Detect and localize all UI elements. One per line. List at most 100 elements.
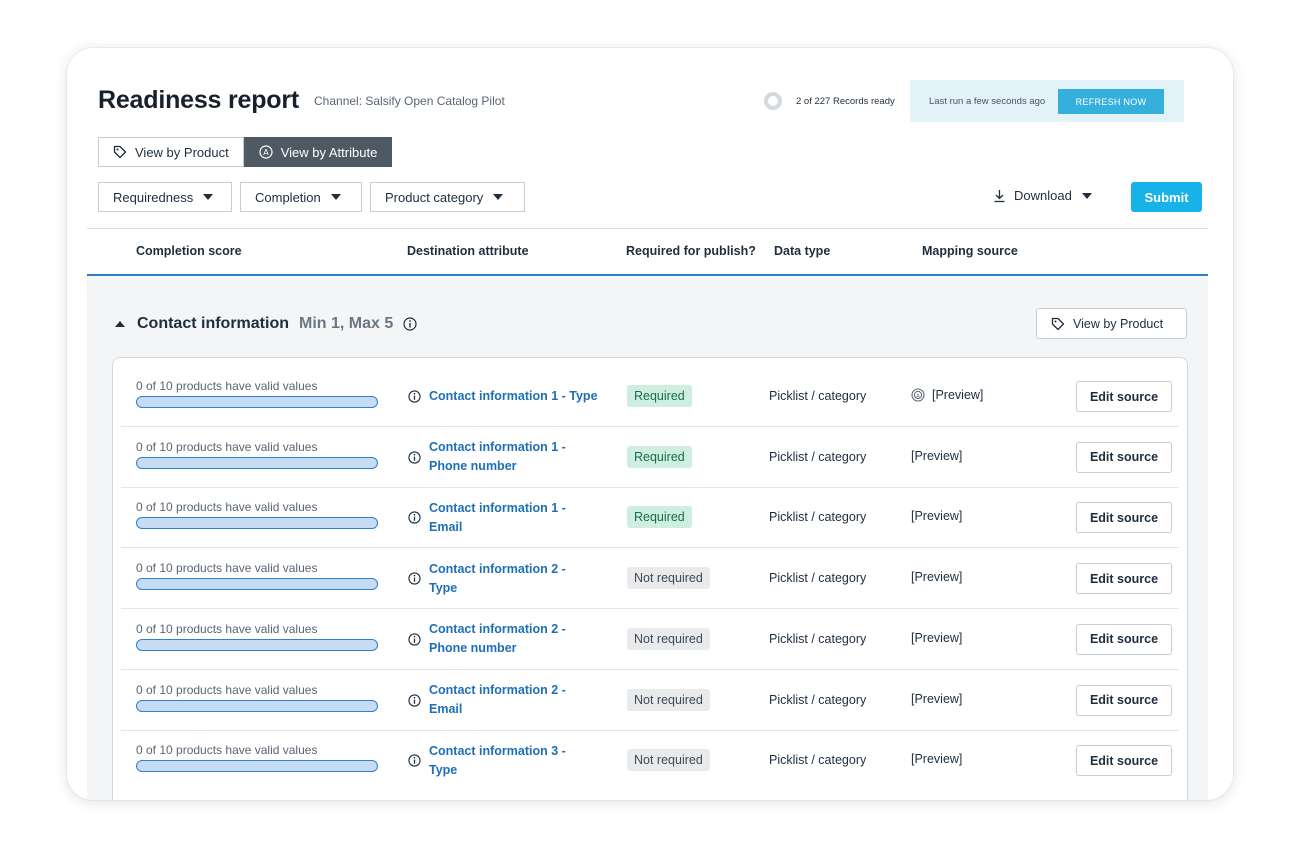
edit-source-button[interactable]: Edit source	[1076, 502, 1172, 534]
column-mapping-source[interactable]: Mapping source	[922, 244, 1018, 258]
collapse-triangle-icon[interactable]	[115, 321, 125, 327]
completion-score-text: 0 of 10 products have valid values	[136, 439, 318, 454]
info-icon[interactable]	[408, 511, 421, 525]
destination-attribute-cell: Contact information 3 - Type	[408, 730, 608, 791]
column-destination-attribute[interactable]: Destination attribute	[407, 244, 529, 258]
edit-source-button[interactable]: Edit source	[1076, 623, 1172, 655]
records-progress-icon	[764, 92, 782, 110]
info-icon[interactable]	[408, 390, 421, 403]
edit-source-button[interactable]: Edit source	[1076, 381, 1172, 412]
view-by-attribute-tab[interactable]: A View by Attribute	[243, 137, 393, 167]
destination-attribute-cell: Contact information 2 - Phone number	[408, 609, 608, 670]
view-by-product-tab[interactable]: View by Product	[98, 137, 244, 167]
group-view-by-product-label: View by Product	[1073, 316, 1164, 331]
completion-score-text: 0 of 10 products have valid values	[136, 500, 318, 515]
destination-attribute-link[interactable]: Contact information 2 - Email	[429, 681, 566, 719]
mapping-source-cell: A [Preview]	[911, 388, 983, 402]
mapping-source-text: [Preview]	[911, 691, 963, 706]
required-badge: Required	[627, 385, 692, 407]
attribute-name-line2: Email	[429, 702, 463, 716]
table-row: 0 of 10 products have valid values Conta…	[121, 609, 1179, 670]
completion-score-text: 0 of 10 products have valid values	[136, 379, 318, 393]
data-type-text: Picklist / category	[769, 449, 867, 464]
group-view-by-product-button[interactable]: View by Product	[1036, 308, 1187, 339]
destination-attribute-link[interactable]: Contact information 1 - Phone number	[429, 438, 566, 476]
completion-score-text: 0 of 10 products have valid values	[136, 743, 318, 758]
data-type-text: Picklist / category	[769, 692, 867, 707]
channel-label: Channel: Salsify Open Catalog Pilot	[314, 94, 505, 108]
attribute-name-line1: Contact information 3 -	[429, 743, 566, 758]
data-type-text: Picklist / category	[769, 753, 867, 768]
readiness-report-card: Readiness report Channel: Salsify Open C…	[67, 48, 1233, 800]
download-label: Download	[1014, 188, 1072, 203]
refresh-now-button[interactable]: REFRESH NOW	[1058, 89, 1164, 114]
submit-button[interactable]: Submit	[1131, 182, 1202, 212]
mapping-source-text: [Preview]	[911, 448, 963, 463]
mapping-source-text: [Preview]	[932, 388, 984, 402]
info-icon[interactable]	[408, 754, 421, 767]
completion-progress-bar	[136, 760, 378, 773]
required-badge: Not required	[627, 567, 710, 590]
table-row: 0 of 10 products have valid values Conta…	[121, 427, 1179, 488]
info-icon[interactable]	[408, 451, 421, 464]
destination-attribute-cell: Contact information 2 - Type	[408, 548, 608, 609]
attribute-name-line2: Type	[429, 762, 458, 777]
edit-source-button[interactable]: Edit source	[1076, 441, 1172, 473]
attribute-circle-icon: A	[259, 145, 273, 159]
table-row: 0 of 10 products have valid values Conta…	[121, 548, 1179, 610]
attribute-name-line2: Phone number	[429, 459, 517, 474]
destination-attribute-cell: Contact information 1 - Email	[408, 487, 608, 548]
attribute-name-line1: Contact information 2 -	[429, 561, 566, 576]
destination-attribute-cell: Contact information 2 - Email	[408, 670, 608, 731]
completion-progress-bar	[136, 578, 378, 591]
attribute-table: 0 of 10 products have valid values Conta…	[112, 357, 1188, 800]
tag-icon	[1051, 317, 1065, 331]
completion-filter[interactable]: Completion	[240, 182, 362, 212]
view-by-attribute-label: View by Attribute	[280, 144, 378, 160]
data-type-text: Picklist / category	[769, 571, 867, 586]
info-icon[interactable]	[408, 572, 421, 585]
edit-source-button[interactable]: Edit source	[1076, 684, 1172, 716]
column-data-type[interactable]: Data type	[774, 244, 830, 258]
table-row: 0 of 10 products have valid values Conta…	[121, 366, 1179, 427]
data-type-text: Picklist / category	[769, 389, 867, 403]
mapping-source-cell: [Preview]	[911, 449, 962, 463]
caret-down-icon	[203, 194, 214, 200]
last-run-text: Last run a few seconds ago	[929, 96, 1046, 107]
group-name: Contact information	[137, 315, 289, 332]
destination-attribute-link[interactable]: Contact information 1 - Type	[429, 387, 598, 406]
view-toggle: View by Product A View by Attribute	[98, 137, 393, 167]
attribute-name-line1: Contact information 1 -	[429, 500, 566, 515]
required-badge: Required	[627, 506, 692, 529]
completion-progress-bar	[136, 699, 378, 712]
attribute-name-line2: Email	[429, 519, 463, 534]
download-dropdown[interactable]: Download	[993, 188, 1092, 203]
requiredness-filter[interactable]: Requiredness	[98, 182, 232, 212]
svg-text:A: A	[916, 393, 920, 399]
completion-score-text: 0 of 10 products have valid values	[136, 621, 318, 636]
column-required-for-publish[interactable]: Required for publish?	[626, 244, 756, 258]
completion-score-text: 0 of 10 products have valid values	[136, 561, 318, 576]
destination-attribute-link[interactable]: Contact information 1 - Email	[429, 499, 566, 537]
info-icon[interactable]	[403, 317, 417, 331]
caret-down-icon	[330, 194, 341, 200]
info-icon[interactable]	[408, 633, 421, 646]
destination-attribute-link[interactable]: Contact information 2 - Phone number	[429, 620, 566, 658]
product-category-filter[interactable]: Product category	[370, 182, 525, 212]
column-completion-score[interactable]: Completion score	[136, 244, 242, 258]
completion-label: Completion	[255, 189, 321, 205]
destination-attribute-link[interactable]: Contact information 3 - Type	[429, 742, 566, 780]
destination-attribute-link[interactable]: Contact information 2 - Type	[429, 560, 566, 598]
mapping-source-cell: [Preview]	[911, 692, 962, 706]
mapping-source-cell: [Preview]	[911, 752, 962, 766]
edit-source-button[interactable]: Edit source	[1076, 745, 1172, 777]
tag-icon	[113, 145, 127, 159]
group-header[interactable]: Contact information Min 1, Max 5	[115, 315, 417, 333]
info-icon[interactable]	[408, 693, 421, 707]
attribute-name-line1: Contact information 2 -	[429, 622, 566, 637]
table-row: 0 of 10 products have valid values Conta…	[121, 487, 1179, 549]
mapping-source-cell: [Preview]	[911, 570, 962, 584]
attribute-name-line1: Contact information 1 -	[429, 440, 566, 455]
page-title: Readiness report	[98, 86, 300, 114]
edit-source-button[interactable]: Edit source	[1076, 563, 1172, 595]
